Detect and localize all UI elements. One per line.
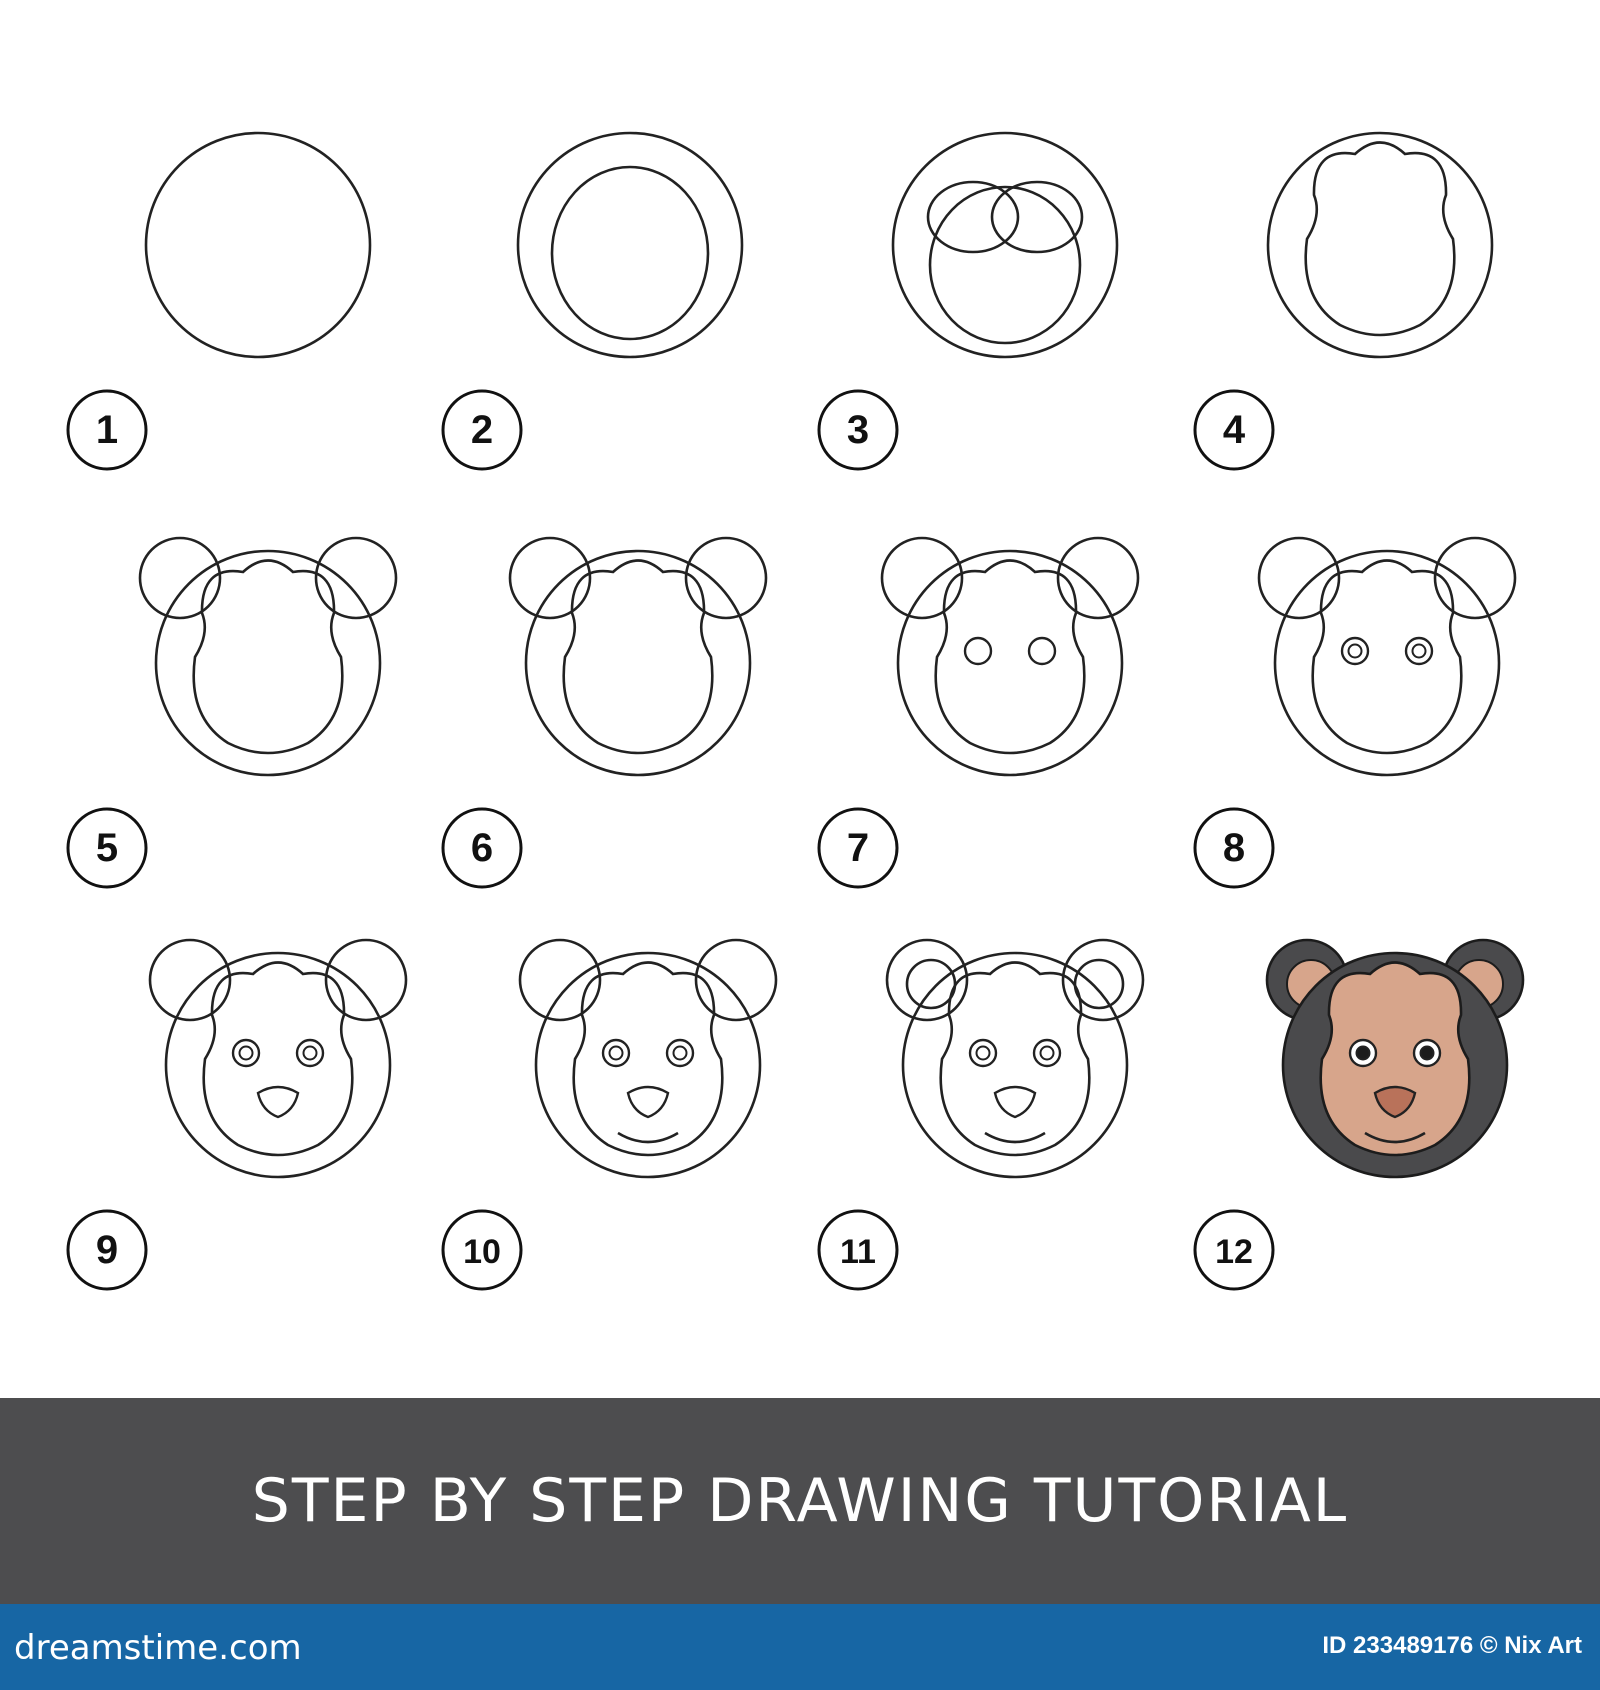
- ear-right: [1056, 536, 1140, 620]
- pupil-right: [1039, 1045, 1055, 1061]
- ear-right: [684, 536, 768, 620]
- pupil-left: [1355, 1045, 1371, 1061]
- title-banner: STEP BY STEP DRAWING TUTORIAL: [0, 1398, 1600, 1604]
- head-circle: [524, 549, 752, 777]
- face-mask: [572, 961, 724, 1157]
- step-number-label: 7: [847, 826, 869, 870]
- face-mask: [1319, 961, 1471, 1157]
- footer-image-id: ID 233489176 © Nix Art: [1322, 1632, 1582, 1659]
- step-10-badge: 10: [441, 1209, 523, 1291]
- head-circle: [164, 951, 392, 1179]
- footer-brand: dreamstime.com: [14, 1628, 302, 1668]
- head-circle: [901, 951, 1129, 1179]
- step-number-label: 11: [840, 1233, 876, 1271]
- step-number-label: 9: [96, 1228, 118, 1272]
- ear-right: [694, 938, 778, 1022]
- step-5-badge: 5: [66, 807, 148, 889]
- drawing-steps-illustration: 1 2 3 45 6 7 89 10 11 12: [66, 131, 1525, 1291]
- ear-right-inner: [1073, 958, 1125, 1010]
- pupil-left: [1347, 643, 1363, 659]
- step-6-drawing: [508, 536, 768, 777]
- pupil-left: [975, 1045, 991, 1061]
- ear-left-guide: [138, 536, 222, 620]
- face-mask: [1311, 559, 1463, 755]
- step-9-badge: 9: [66, 1209, 148, 1291]
- step-8-drawing: [1257, 536, 1517, 777]
- step-2-drawing: [516, 131, 744, 359]
- step-3-badge: 3: [817, 389, 899, 471]
- head-circle: [154, 549, 382, 777]
- ear-left: [518, 938, 602, 1022]
- step-10-drawing: [518, 938, 778, 1179]
- pupil-left: [608, 1045, 624, 1061]
- step-5-drawing: [138, 536, 398, 777]
- step-4-badge: 4: [1193, 389, 1275, 471]
- eye-right: [1027, 636, 1057, 666]
- footer-bar: dreamstime.com ID 233489176 © Nix Art: [0, 1604, 1600, 1690]
- tutorial-title: STEP BY STEP DRAWING TUTORIAL: [251, 1466, 1349, 1536]
- mouth: [617, 1131, 679, 1144]
- ear-left-inner: [905, 958, 957, 1010]
- step-3-drawing: [891, 131, 1119, 359]
- ear-right-guide: [314, 536, 398, 620]
- ear-right: [324, 938, 408, 1022]
- nose: [993, 1085, 1037, 1119]
- face-mask: [934, 559, 1086, 755]
- face-mask: [562, 559, 714, 755]
- face-oval: [550, 165, 710, 341]
- step-11-drawing: [885, 938, 1145, 1179]
- step-number-label: 10: [463, 1233, 501, 1271]
- step-number-label: 2: [471, 408, 493, 452]
- ear-left: [880, 536, 964, 620]
- head-circle: [1273, 549, 1501, 777]
- nose: [626, 1085, 670, 1119]
- step-12-badge: 12: [1193, 1209, 1275, 1291]
- ear-left: [1257, 536, 1341, 620]
- pupil-right: [1419, 1045, 1435, 1061]
- head-circle: [144, 131, 372, 359]
- step-12-drawing: [1265, 938, 1525, 1179]
- step-number-label: 6: [471, 826, 493, 870]
- step-1-drawing: [144, 131, 372, 359]
- head-circle: [891, 131, 1119, 359]
- pupil-left: [238, 1045, 254, 1061]
- step-11-badge: 11: [817, 1209, 899, 1291]
- step-number-label: 12: [1215, 1233, 1253, 1271]
- step-9-drawing: [148, 938, 408, 1179]
- step-6-badge: 6: [441, 807, 523, 889]
- face-mask: [192, 559, 344, 755]
- mouth: [984, 1131, 1046, 1144]
- step-number-label: 5: [96, 826, 118, 870]
- step-2-badge: 2: [441, 389, 523, 471]
- step-number-label: 8: [1223, 826, 1245, 870]
- head-circle: [534, 951, 762, 1179]
- nose: [256, 1085, 300, 1119]
- face-mask: [202, 961, 354, 1157]
- step-4-drawing: [1266, 131, 1494, 359]
- brow-right-guide: [990, 180, 1084, 254]
- step-1-badge: 1: [66, 389, 148, 471]
- face-mask: [1304, 141, 1456, 337]
- head-circle: [1266, 131, 1494, 359]
- ear-left: [508, 536, 592, 620]
- pupil-right: [672, 1045, 688, 1061]
- face-mask: [939, 961, 1091, 1157]
- step-7-badge: 7: [817, 807, 899, 889]
- pupil-right: [1411, 643, 1427, 659]
- eye-left: [963, 636, 993, 666]
- ear-right: [1433, 536, 1517, 620]
- step-number-label: 4: [1223, 408, 1246, 452]
- face-oval: [928, 185, 1082, 345]
- head-circle: [896, 549, 1124, 777]
- step-number-label: 1: [96, 408, 118, 452]
- pupil-right: [302, 1045, 318, 1061]
- step-8-badge: 8: [1193, 807, 1275, 889]
- step-7-drawing: [880, 536, 1140, 777]
- ear-left: [148, 938, 232, 1022]
- step-number-label: 3: [847, 408, 869, 452]
